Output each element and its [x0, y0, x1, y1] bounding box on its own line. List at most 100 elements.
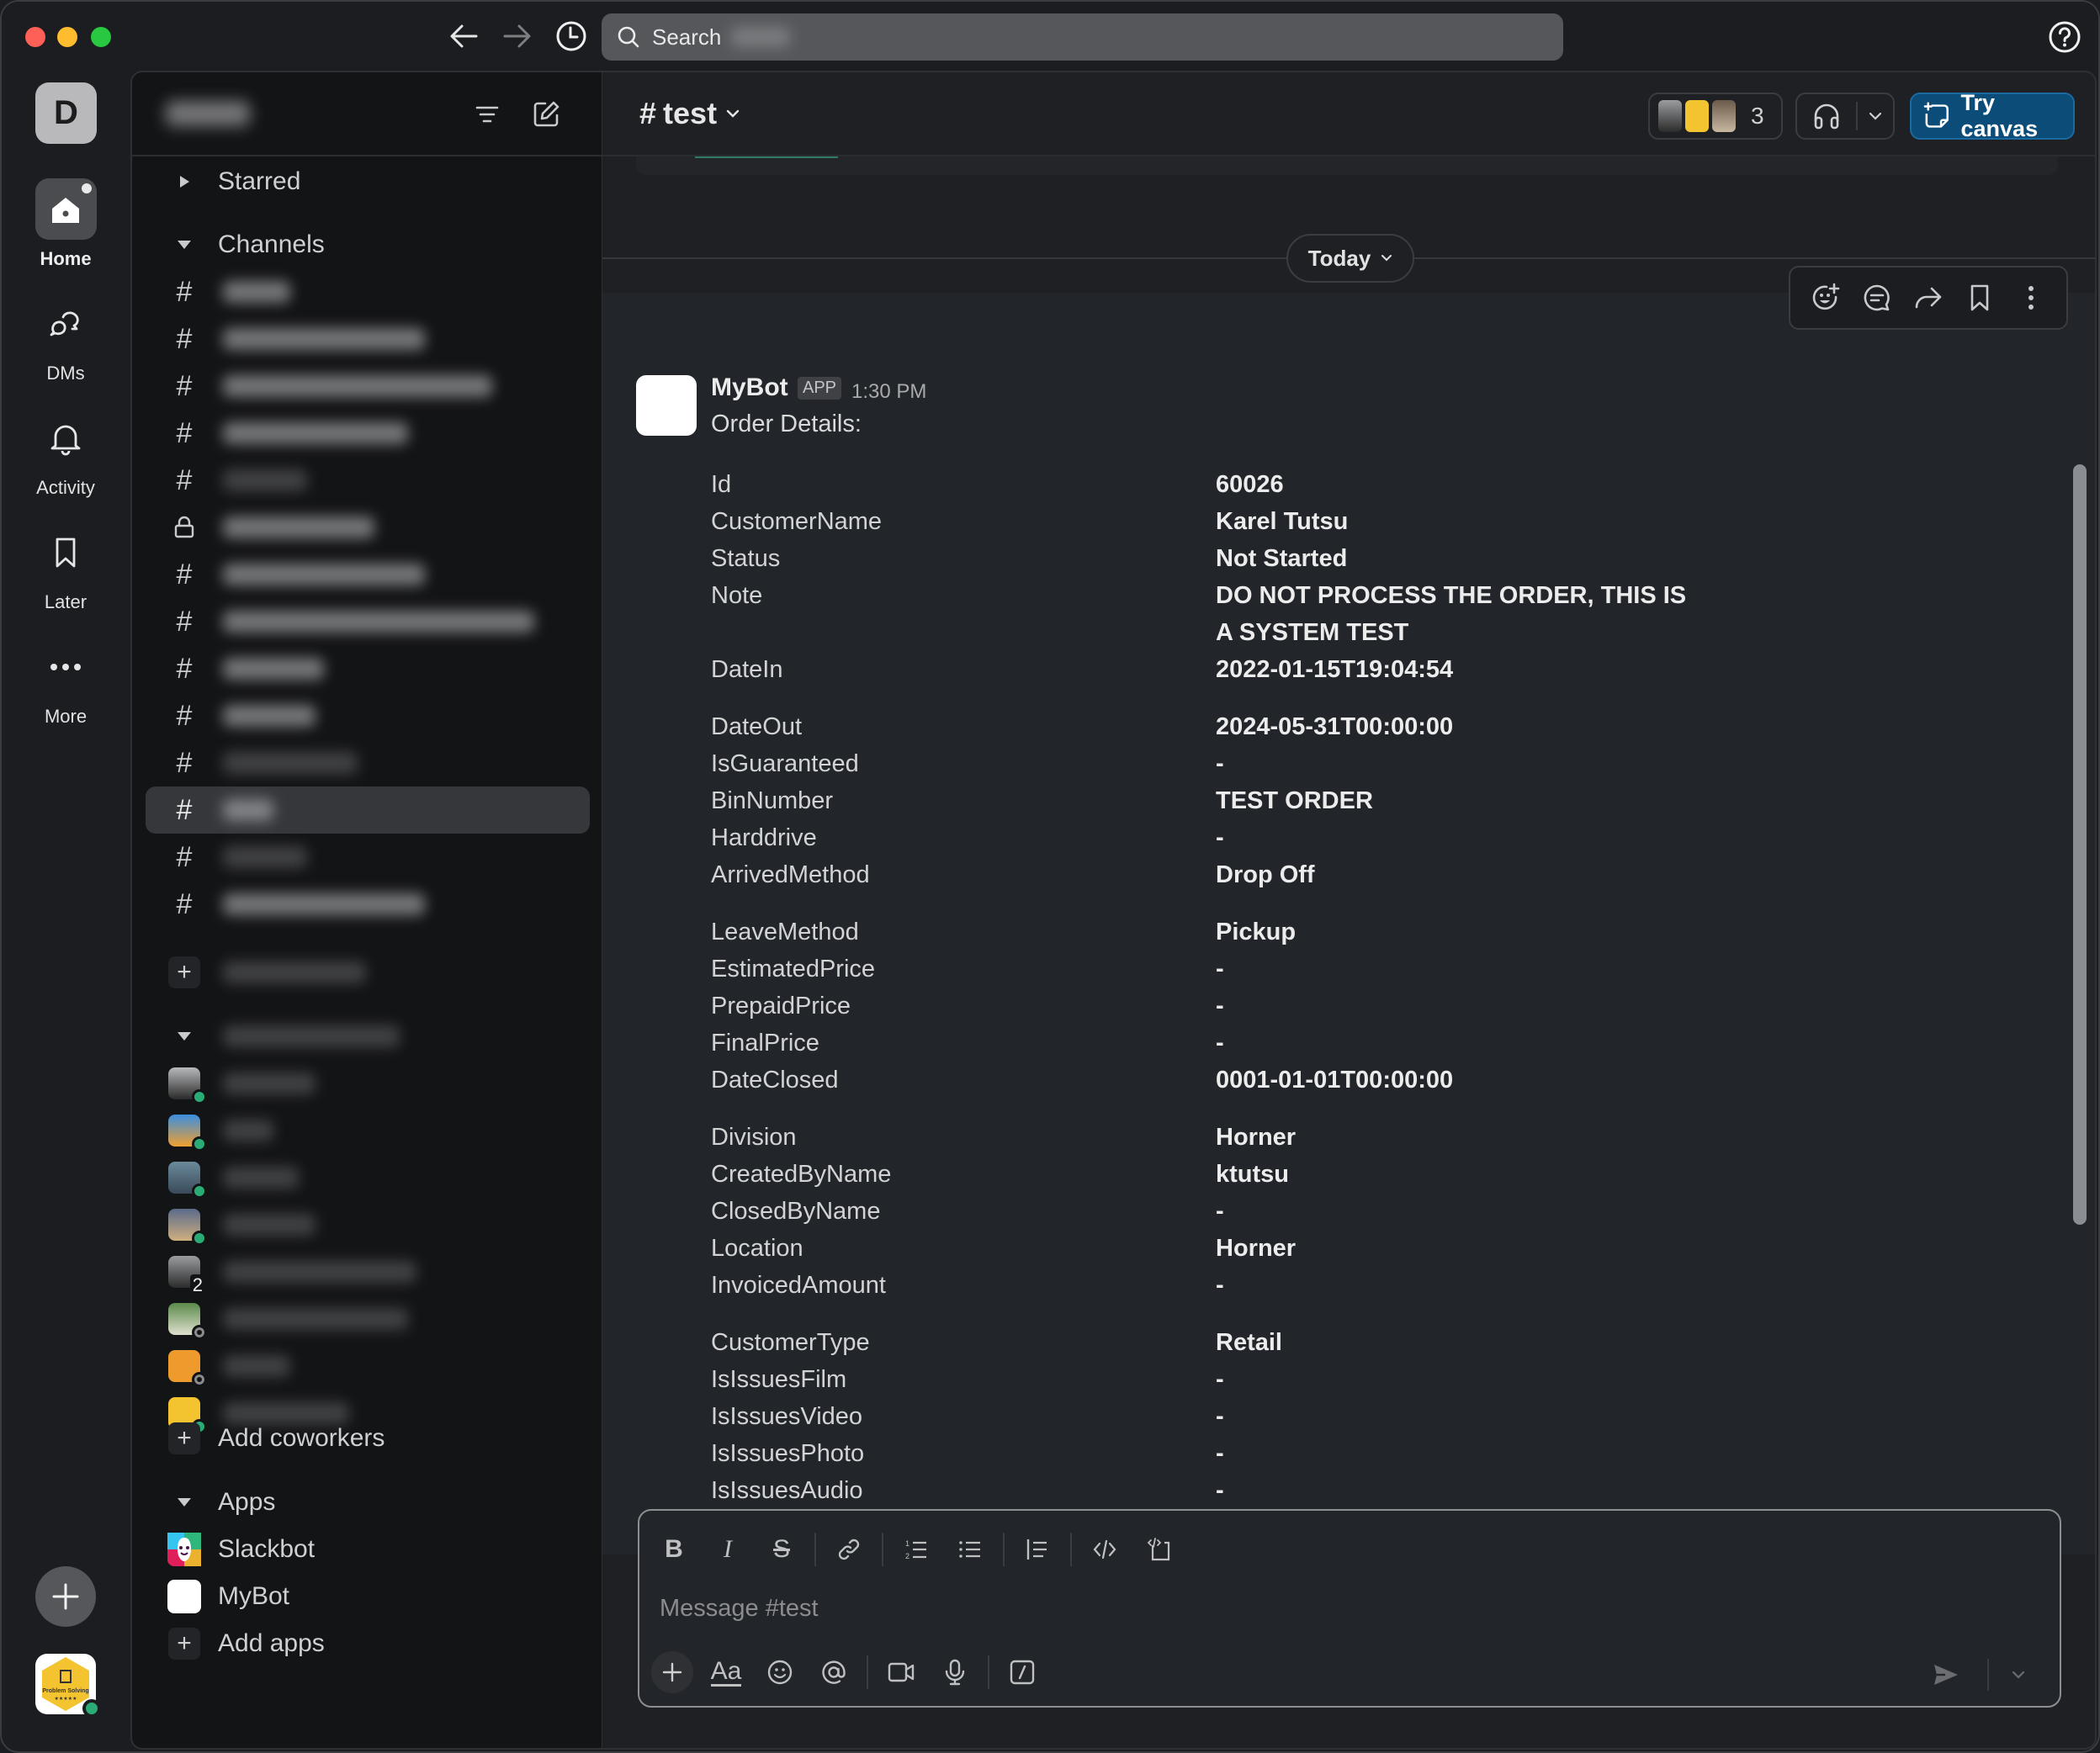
emoji-button[interactable] [759, 1651, 801, 1693]
audio-clip-button[interactable] [934, 1651, 976, 1693]
sidebar-channel-item[interactable]: # [146, 692, 590, 739]
channel-title-button[interactable]: # test [639, 96, 740, 131]
close-window-button[interactable] [25, 27, 45, 47]
sidebar-section-apps[interactable]: Apps [146, 1479, 590, 1526]
messages-scrollbar[interactable] [2073, 464, 2087, 1225]
sidebar-app-mybot[interactable]: MyBot [146, 1573, 590, 1620]
search-bar[interactable]: Search [602, 13, 1563, 61]
reply-in-thread-button[interactable] [1857, 278, 1897, 318]
more-actions-button[interactable] [2011, 278, 2051, 318]
rail-item-home[interactable]: Home [2, 178, 130, 270]
toolbar-divider [1070, 1533, 1072, 1566]
help-button[interactable] [2048, 20, 2081, 54]
maximize-window-button[interactable] [91, 27, 111, 47]
sidebar-channel-item[interactable]: # [146, 739, 590, 786]
sidebar-channel-item[interactable]: # [146, 457, 590, 504]
add-coworkers-button[interactable]: + Add coworkers [146, 1415, 590, 1462]
message-author[interactable]: MyBot [711, 373, 788, 402]
sidebar-dm-item[interactable] [146, 1060, 590, 1107]
sidebar-channel-item[interactable]: # [146, 315, 590, 363]
member-count: 3 [1751, 103, 1764, 129]
strikethrough-button[interactable]: S [761, 1528, 803, 1570]
ordered-list-button[interactable]: 12 [895, 1528, 937, 1570]
sidebar-dm-item[interactable]: 2 [146, 1248, 590, 1296]
sidebar-channel-item[interactable]: # [146, 410, 590, 457]
message-composer: B I S 12 Message #test Aa [638, 1509, 2061, 1708]
compose-button[interactable] [531, 99, 561, 130]
code-block-button[interactable] [1138, 1528, 1180, 1570]
sidebar-section-channels[interactable]: Channels [146, 221, 590, 268]
order-detail-row: FinalPrice - [711, 1025, 1889, 1062]
sidebar-dm-item[interactable] [146, 1295, 590, 1343]
order-details-table: Id 60026 CustomerName Karel Tutsu Status Not … [711, 466, 1889, 1566]
sidebar-dm-item[interactable] [146, 1154, 590, 1201]
bot-avatar[interactable] [636, 375, 697, 436]
message-timestamp[interactable]: 1:30 PM [851, 380, 926, 404]
sidebar-dm-item[interactable] [146, 1201, 590, 1248]
huddle-start[interactable] [1797, 101, 1856, 131]
filter-button[interactable] [472, 99, 502, 130]
save-for-later-button[interactable] [1959, 278, 2000, 318]
forward-message-button[interactable] [1908, 278, 1949, 318]
sidebar-channel-item[interactable]: # [146, 551, 590, 598]
message-input[interactable] [660, 1595, 1838, 1623]
add-channels-button[interactable]: + [146, 949, 590, 996]
hash-icon: # [176, 793, 193, 826]
schedule-send-button[interactable] [1997, 1654, 2039, 1696]
rail-item-later[interactable]: Later [2, 522, 130, 613]
add-apps-button[interactable]: + Add apps [146, 1620, 590, 1667]
sidebar-channel-item[interactable]: # [146, 268, 590, 315]
dm-avatar [168, 1303, 207, 1340]
add-reaction-button[interactable] [1806, 278, 1846, 318]
toolbar-divider [814, 1533, 816, 1566]
sidebar-app-slackbot[interactable]: Slackbot [146, 1526, 590, 1573]
members-button[interactable]: 3 [1648, 93, 1783, 140]
slash-command-icon [1010, 1660, 1035, 1685]
send-button[interactable] [1925, 1654, 1967, 1696]
shortcuts-button[interactable] [1001, 1651, 1043, 1693]
huddle-options[interactable] [1858, 112, 1893, 120]
minimize-window-button[interactable] [57, 27, 77, 47]
sidebar-channel-item[interactable]: # [146, 834, 590, 881]
bulleted-list-button[interactable] [949, 1528, 991, 1570]
dm-avatar [168, 1067, 207, 1104]
sidebar-dm-item[interactable] [146, 1343, 590, 1390]
previous-message-accent [695, 156, 838, 158]
sidebar-section-starred[interactable]: Starred [146, 158, 590, 205]
rail-label-activity: Activity [36, 477, 95, 498]
order-detail-key: Harddrive [711, 824, 817, 851]
bold-button[interactable]: B [653, 1528, 695, 1570]
order-detail-row: Id 60026 [711, 466, 1889, 503]
huddle-button[interactable] [1795, 93, 1895, 140]
try-canvas-button[interactable]: Try canvas [1910, 90, 2075, 141]
mention-button[interactable] [813, 1651, 855, 1693]
user-avatar[interactable]: Problem Solving ★★★★★ [35, 1654, 101, 1718]
sidebar-dm-item[interactable] [146, 1107, 590, 1154]
sidebar-channel-item[interactable]: # [146, 363, 590, 410]
code-button[interactable] [1084, 1528, 1126, 1570]
forward-button[interactable] [498, 17, 537, 56]
date-jump-button[interactable]: Today [1286, 234, 1414, 283]
rail-item-dms[interactable]: DMs [2, 293, 130, 384]
rail-item-activity[interactable]: Activity [2, 407, 130, 499]
member-avatar [1658, 100, 1682, 132]
history-button[interactable] [552, 17, 591, 56]
create-new-button[interactable] [35, 1566, 96, 1627]
sidebar-channel-item[interactable]: # [146, 786, 590, 834]
link-button[interactable] [828, 1528, 870, 1570]
sidebar-channel-item[interactable]: # [146, 881, 590, 928]
channel-name-redacted [223, 611, 534, 633]
video-clip-button[interactable] [880, 1651, 922, 1693]
sidebar-channel-item[interactable]: # [146, 598, 590, 645]
workspace-name-redacted[interactable] [166, 101, 250, 126]
sidebar-section-dms[interactable] [146, 1013, 590, 1060]
back-button[interactable] [444, 17, 483, 56]
formatting-toggle-button[interactable]: Aa [705, 1651, 747, 1693]
italic-button[interactable]: I [707, 1528, 749, 1570]
sidebar-channel-item[interactable] [146, 504, 590, 551]
blockquote-button[interactable] [1016, 1528, 1058, 1570]
sidebar-channel-item[interactable]: # [146, 645, 590, 692]
rail-item-more[interactable]: More [2, 636, 130, 728]
workspace-switcher[interactable]: D [35, 82, 97, 144]
attach-button[interactable] [651, 1651, 693, 1693]
